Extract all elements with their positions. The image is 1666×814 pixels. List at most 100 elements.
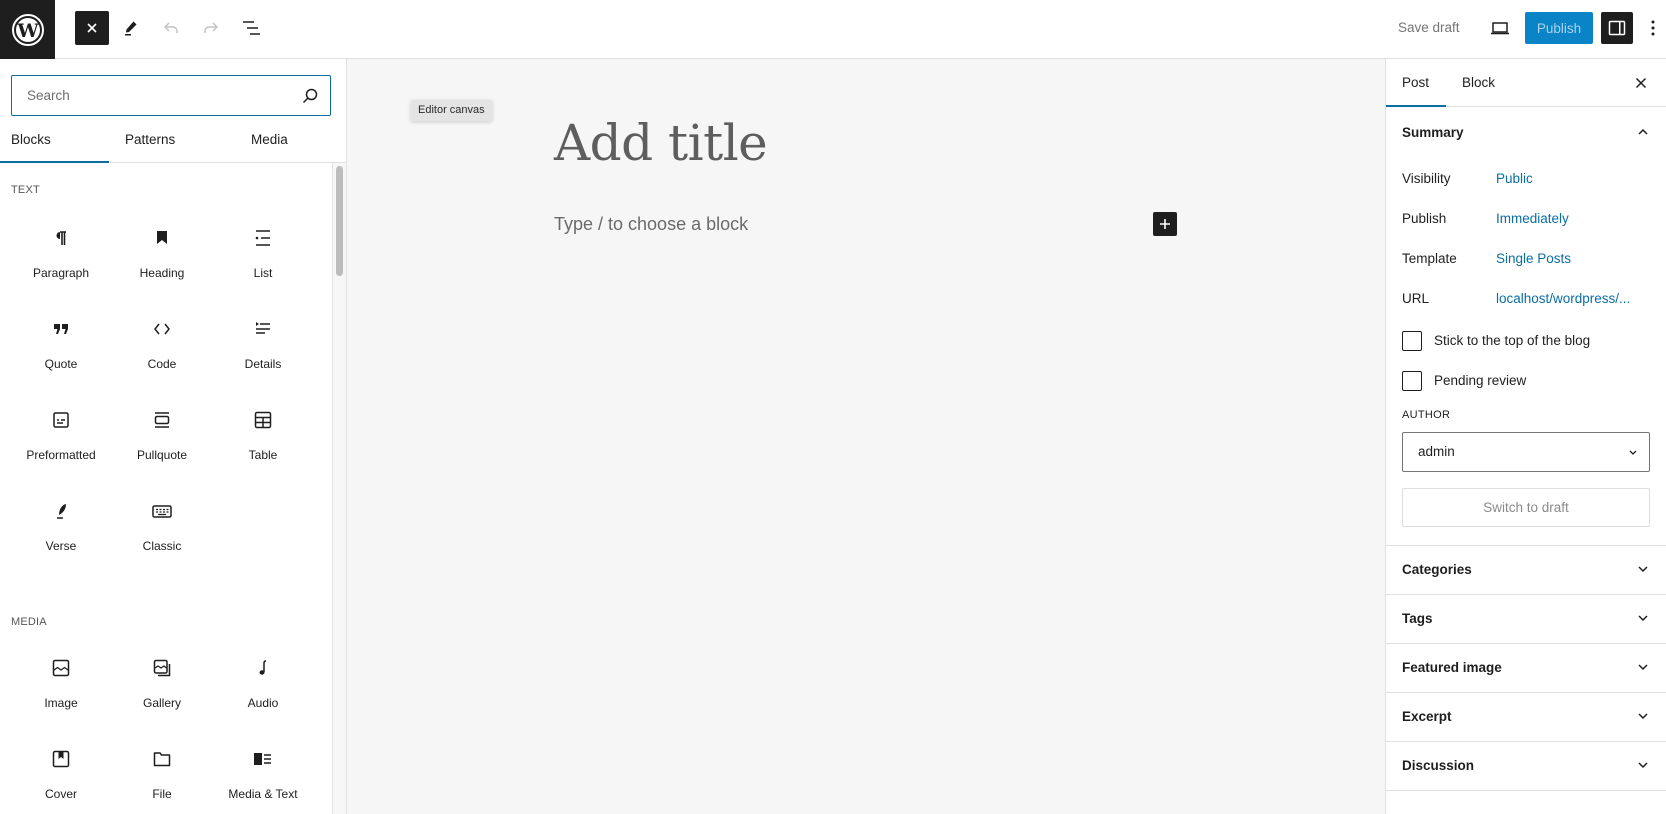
panel-title: Categories	[1402, 562, 1472, 577]
sticky-checkbox-label[interactable]: Stick to the top of the blog	[1434, 333, 1590, 348]
wordpress-logo-icon: W	[11, 13, 44, 46]
block-item-label: Pullquote	[136, 448, 188, 462]
block-item-label: Quote	[44, 357, 78, 371]
block-item-preformatted[interactable]: Preformatted	[11, 394, 111, 480]
block-item-details[interactable]: Details	[213, 303, 313, 389]
block-inserter-panel: Blocks Patterns Media TEXT Paragraph Hea…	[0, 59, 347, 814]
switch-to-draft-button[interactable]: Switch to draft	[1402, 488, 1650, 527]
block-item-label: Cover	[44, 787, 77, 801]
block-item-heading[interactable]: Heading	[112, 212, 212, 298]
close-settings-button[interactable]	[1629, 71, 1653, 95]
categories-panel-toggle[interactable]: Categories	[1386, 545, 1666, 594]
author-select-value: admin	[1418, 444, 1455, 459]
chevron-down-icon	[1629, 450, 1637, 455]
block-item-table[interactable]: Table	[213, 394, 313, 480]
publish-button[interactable]: Publish	[1525, 12, 1593, 44]
block-item-list[interactable]: List	[213, 212, 313, 298]
wordpress-logo-button[interactable]: W	[0, 0, 55, 59]
preview-button[interactable]	[1483, 11, 1517, 45]
chevron-down-icon	[1638, 664, 1648, 671]
plus-icon	[1160, 219, 1170, 229]
quote-icon	[49, 317, 73, 341]
block-item-label: Audio	[247, 696, 279, 710]
settings-tabs: Post Block	[1386, 59, 1666, 107]
add-block-button[interactable]	[1153, 212, 1177, 236]
post-title-input[interactable]: Add title	[554, 114, 768, 172]
author-label: AUTHOR	[1402, 409, 1451, 421]
chevron-down-icon	[1638, 713, 1648, 720]
block-item-label: Gallery	[142, 696, 181, 710]
svg-text:W: W	[16, 20, 39, 42]
inserter-scrollbar[interactable]	[332, 163, 346, 814]
chevron-up-icon	[1638, 128, 1648, 135]
summary-panel-toggle[interactable]: Summary	[1386, 108, 1666, 157]
more-vertical-icon	[1651, 20, 1655, 36]
chevron-down-icon	[1638, 615, 1648, 622]
block-item-file[interactable]: File	[112, 733, 212, 814]
tab-patterns[interactable]: Patterns	[125, 125, 175, 163]
code-icon	[150, 317, 174, 341]
block-item-label: Classic	[142, 539, 182, 553]
list-icon	[251, 226, 275, 250]
block-item-cover[interactable]: Cover	[11, 733, 111, 814]
block-item-label: Verse	[45, 539, 77, 553]
block-item-label: Details	[244, 357, 282, 371]
featured-image-panel-toggle[interactable]: Featured image	[1386, 643, 1666, 692]
sticky-checkbox[interactable]	[1402, 331, 1422, 351]
url-button[interactable]: localhost/wordpress/...	[1496, 291, 1630, 306]
block-item-verse[interactable]: Verse	[11, 485, 111, 571]
template-button[interactable]: Single Posts	[1496, 251, 1571, 266]
block-item-gallery[interactable]: Gallery	[112, 642, 212, 728]
block-item-quote[interactable]: Quote	[11, 303, 111, 389]
category-label-media: MEDIA	[11, 616, 47, 628]
options-button[interactable]	[1641, 11, 1665, 45]
block-item-media-text[interactable]: Media & Text	[213, 733, 313, 814]
template-label: Template	[1402, 251, 1457, 266]
document-overview-button[interactable]	[234, 11, 268, 45]
block-item-classic[interactable]: Classic	[112, 485, 212, 571]
block-appender[interactable]: Type / to choose a block	[554, 214, 748, 235]
block-item-label: Heading	[139, 266, 185, 280]
publish-date-button[interactable]: Immediately	[1496, 211, 1569, 226]
media-text-icon	[251, 747, 275, 771]
editor-canvas-label: Editor canvas	[411, 100, 492, 121]
chevron-down-icon	[1638, 566, 1648, 573]
block-search[interactable]	[11, 75, 331, 116]
excerpt-panel-toggle[interactable]: Excerpt	[1386, 692, 1666, 741]
settings-sidebar-toggle[interactable]	[1601, 12, 1633, 44]
discussion-panel-toggle[interactable]: Discussion	[1386, 741, 1666, 790]
block-inserter-toggle[interactable]	[75, 11, 109, 45]
block-item-pullquote[interactable]: Pullquote	[112, 394, 212, 480]
undo-button[interactable]	[154, 11, 188, 45]
redo-icon	[204, 22, 219, 33]
panel-title: Excerpt	[1402, 709, 1452, 724]
audio-icon	[251, 656, 275, 680]
sidebar-icon	[1608, 20, 1626, 36]
pencil-icon	[125, 21, 137, 36]
block-item-code[interactable]: Code	[112, 303, 212, 389]
save-draft-button[interactable]: Save draft	[1392, 11, 1466, 45]
publish-date-label: Publish	[1402, 211, 1447, 226]
tags-panel-toggle[interactable]: Tags	[1386, 594, 1666, 643]
panel-title: Discussion	[1402, 758, 1475, 773]
tab-block[interactable]: Block	[1462, 59, 1495, 107]
pending-review-checkbox-label[interactable]: Pending review	[1434, 373, 1526, 388]
block-item-paragraph[interactable]: Paragraph	[11, 212, 111, 298]
tab-post[interactable]: Post	[1386, 59, 1446, 107]
author-select[interactable]: admin	[1402, 432, 1650, 472]
visibility-value-button[interactable]: Public	[1496, 171, 1533, 186]
block-search-input[interactable]	[27, 88, 287, 103]
block-item-image[interactable]: Image	[11, 642, 111, 728]
editor-canvas[interactable]: Editor canvas Add title Type / to choose…	[347, 59, 1385, 814]
heading-icon	[150, 226, 174, 250]
scrollbar-thumb[interactable]	[336, 166, 343, 276]
pending-review-checkbox[interactable]	[1402, 371, 1422, 391]
tab-media[interactable]: Media	[251, 125, 288, 163]
tab-blocks[interactable]: Blocks	[0, 125, 109, 163]
editor-header: W Save draft Publish	[0, 0, 1666, 59]
redo-button[interactable]	[194, 11, 228, 45]
block-item-label: List	[253, 266, 273, 280]
block-item-audio[interactable]: Audio	[213, 642, 313, 728]
tools-button[interactable]	[114, 11, 148, 45]
block-item-label: Media & Text	[228, 787, 298, 801]
